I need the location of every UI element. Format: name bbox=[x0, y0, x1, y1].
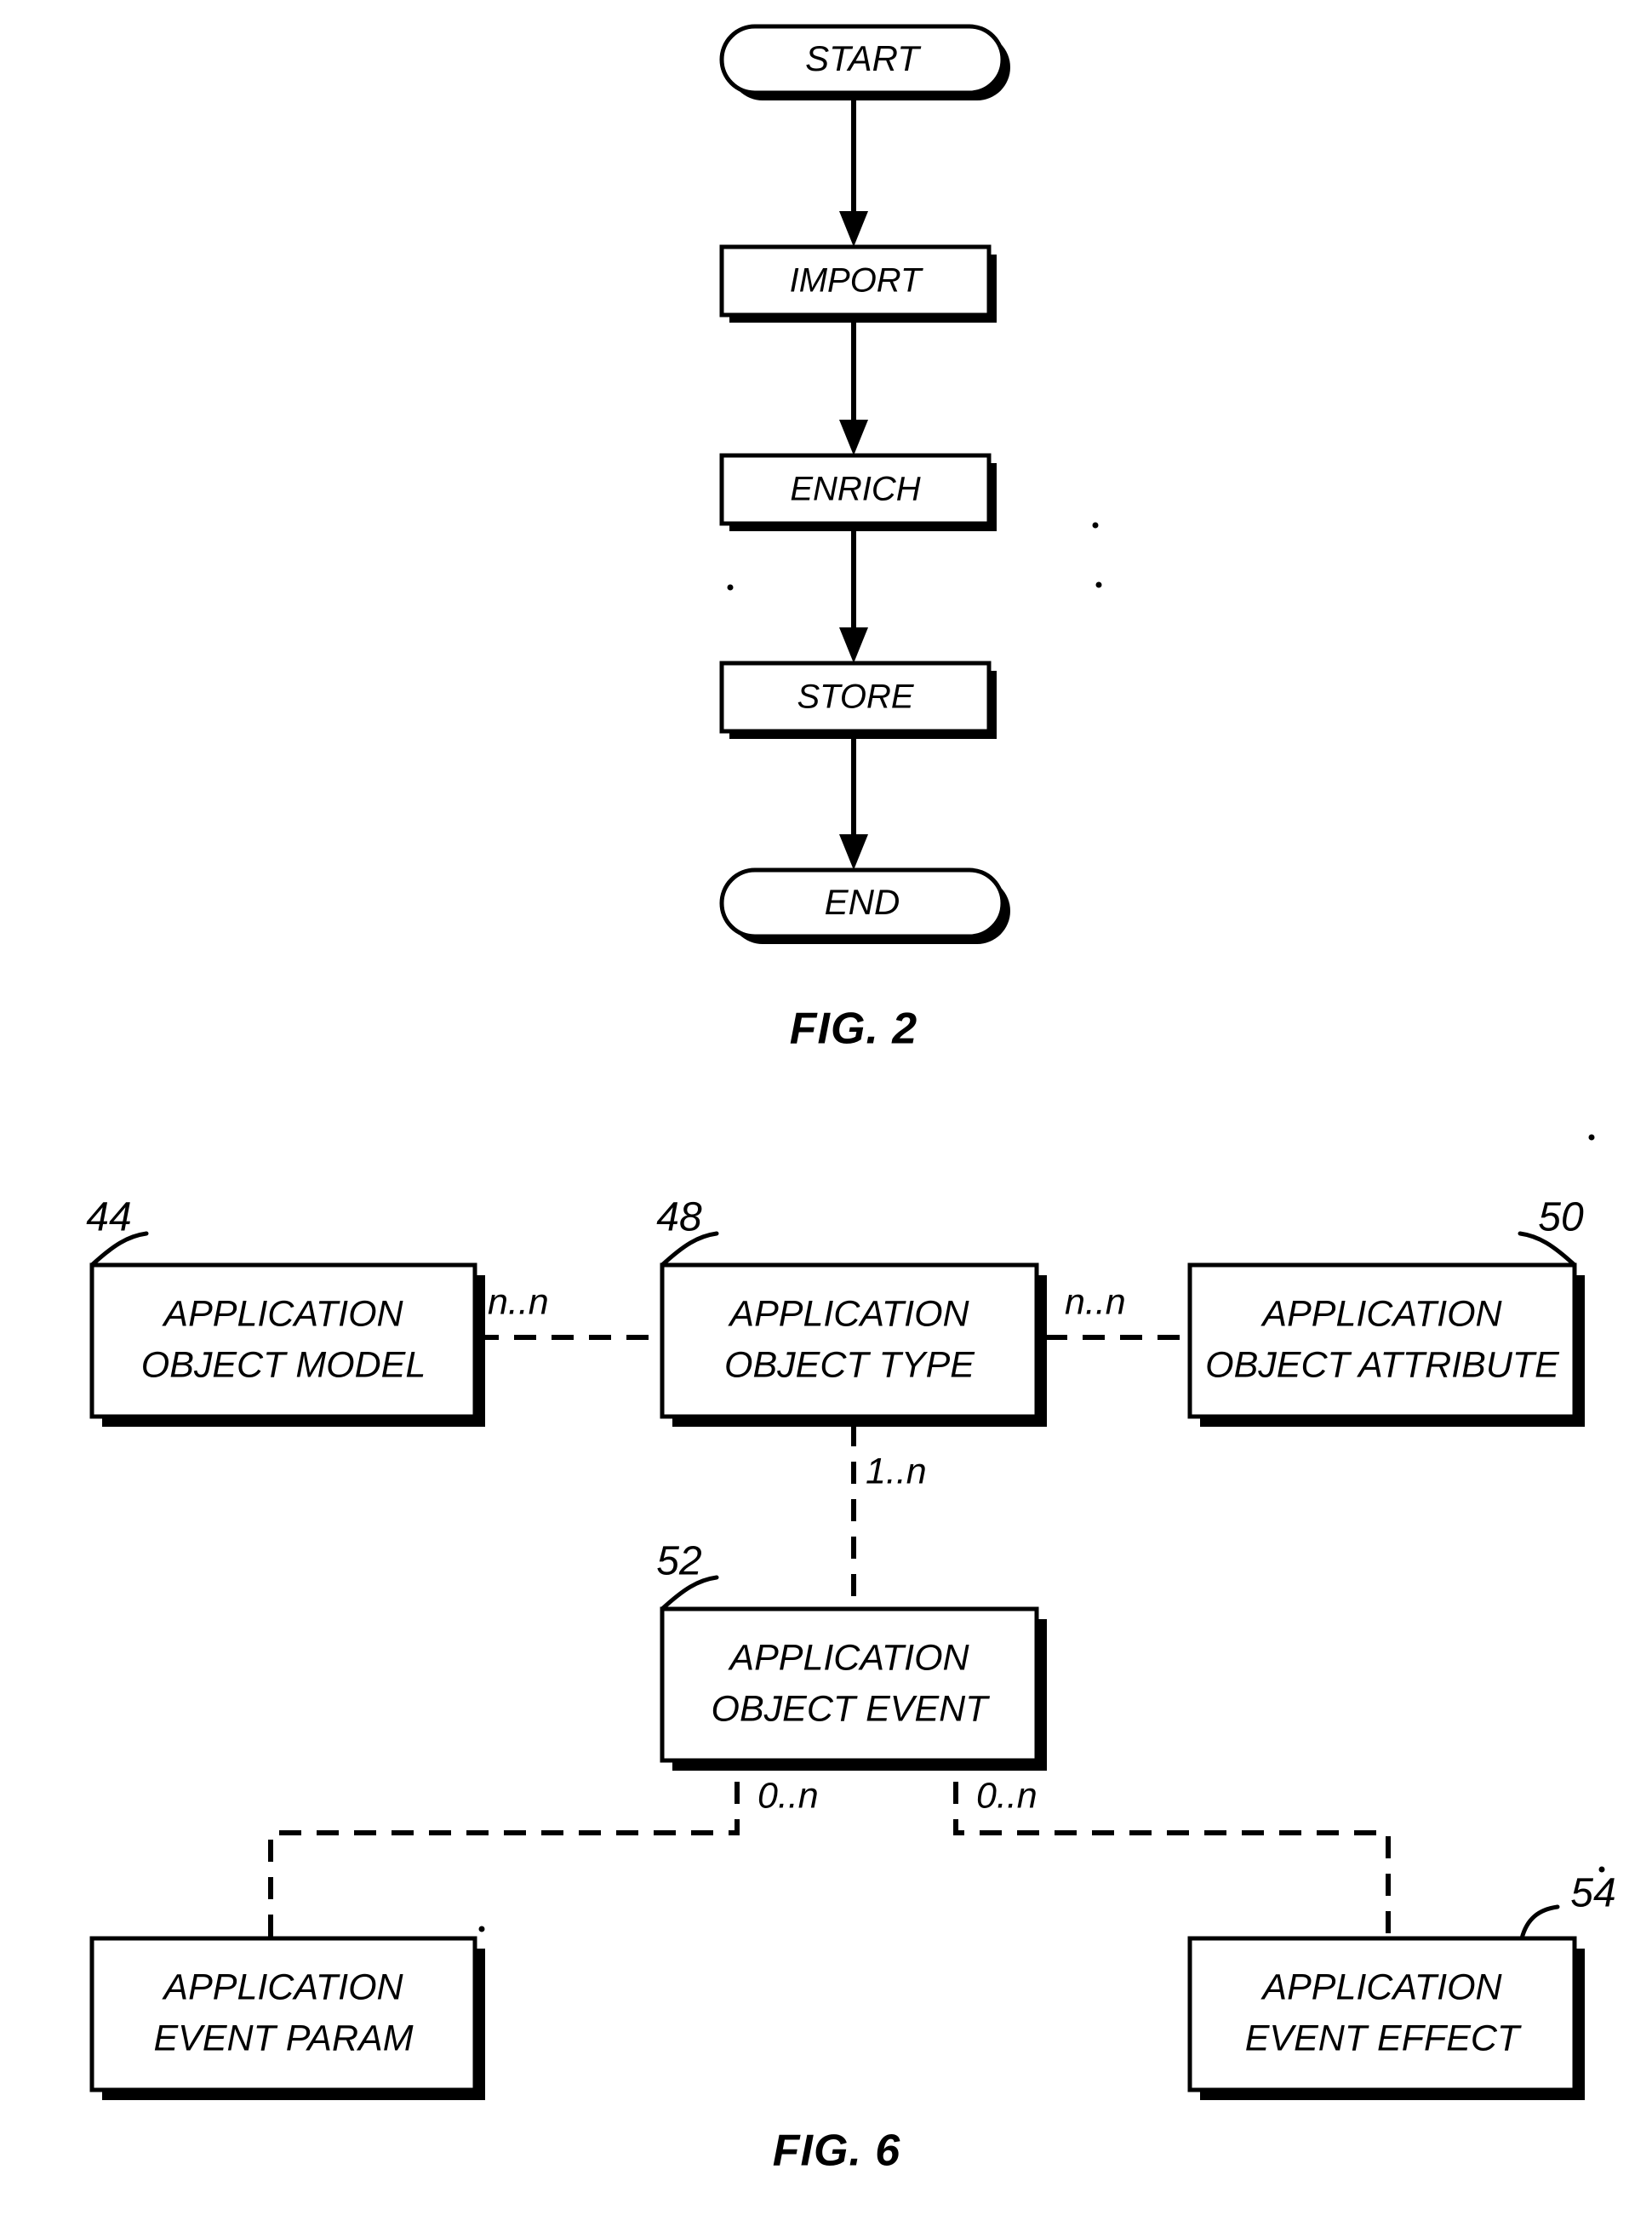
rel-cardinality-aoe-aee: 0..n bbox=[976, 1775, 1038, 1816]
rel-cardinality-aom-aot: n..n bbox=[488, 1281, 549, 1322]
figure-fig6: n..n n..n 1..n 0..n 0..n APPLICATION OBJ… bbox=[86, 1134, 1616, 2176]
edge-enrich-store-arrowhead bbox=[839, 627, 868, 663]
aoe-ref-number: 52 bbox=[656, 1539, 701, 1584]
flow-node-store-label: STORE bbox=[797, 678, 914, 716]
rel-cardinality-aot-aoa: n..n bbox=[1065, 1281, 1126, 1322]
aot-label-line2: OBJECT TYPE bbox=[724, 1344, 975, 1385]
flow-node-enrich: ENRICH bbox=[719, 453, 997, 531]
aot-ref-number: 48 bbox=[656, 1195, 702, 1240]
aep-fill bbox=[92, 1938, 475, 2090]
rel-cardinality-aot-aoe: 1..n bbox=[866, 1451, 927, 1491]
scan-speck bbox=[1092, 522, 1099, 529]
aom-label-line2: OBJECT MODEL bbox=[141, 1344, 426, 1385]
edge-import-enrich-arrowhead bbox=[839, 420, 868, 455]
flow-edge-import-enrich bbox=[839, 315, 868, 455]
aep-label-line1: APPLICATION bbox=[161, 1966, 403, 2007]
entity-node-application-object-type: APPLICATION OBJECT TYPE 48 bbox=[656, 1195, 1047, 1427]
aee-ref-number: 54 bbox=[1570, 1871, 1615, 1916]
scan-speck bbox=[478, 1926, 485, 1932]
flow-node-import-label: IMPORT bbox=[790, 262, 923, 300]
aoa-ref-number: 50 bbox=[1538, 1195, 1584, 1240]
figure-caption-fig2: FIG. 2 bbox=[790, 1005, 917, 1054]
aee-label-line1: APPLICATION bbox=[1260, 1966, 1502, 2007]
flow-node-store: STORE bbox=[719, 661, 997, 739]
aom-ref-number: 44 bbox=[86, 1195, 131, 1240]
edge-start-import-arrowhead bbox=[839, 211, 868, 247]
flow-edge-start-import bbox=[839, 93, 868, 247]
scan-speck bbox=[1588, 1134, 1595, 1141]
flow-node-end-label: END bbox=[825, 882, 900, 922]
aom-label-line1: APPLICATION bbox=[161, 1293, 403, 1334]
rel-cardinality-aoe-aep: 0..n bbox=[757, 1775, 819, 1816]
flow-edge-enrich-store bbox=[839, 524, 868, 663]
patent-drawing-sheet: START IMPORT ENRICH STORE END FIG. 2 n..… bbox=[0, 0, 1652, 2221]
aee-ref-leader bbox=[1519, 1904, 1560, 1941]
aoa-label-line1: APPLICATION bbox=[1260, 1293, 1502, 1334]
entity-node-application-event-effect: APPLICATION EVENT EFFECT 54 bbox=[1187, 1871, 1616, 2100]
scan-speck bbox=[1095, 581, 1102, 588]
aot-label-line1: APPLICATION bbox=[727, 1293, 969, 1334]
scan-speck bbox=[1598, 1866, 1605, 1873]
aoe-label-line1: APPLICATION bbox=[727, 1637, 969, 1678]
entity-node-application-object-event: APPLICATION OBJECT EVENT 52 bbox=[656, 1539, 1047, 1771]
flow-node-import: IMPORT bbox=[719, 244, 997, 323]
entity-node-application-event-param: APPLICATION EVENT PARAM bbox=[89, 1936, 485, 2100]
aee-fill bbox=[1190, 1938, 1575, 2090]
flow-node-start: START bbox=[719, 24, 1010, 100]
aot-fill bbox=[662, 1265, 1037, 1417]
entity-node-application-object-attribute: APPLICATION OBJECT ATTRIBUTE 50 bbox=[1187, 1195, 1585, 1427]
flow-node-start-label: START bbox=[805, 38, 922, 78]
aep-label-line2: EVENT PARAM bbox=[153, 2018, 413, 2058]
aoe-fill bbox=[662, 1609, 1037, 1760]
flow-edge-store-end bbox=[839, 731, 868, 870]
entity-node-application-object-model: APPLICATION OBJECT MODEL 44 bbox=[86, 1195, 485, 1427]
figure-caption-fig6: FIG. 6 bbox=[773, 2127, 901, 2176]
edge-store-end-arrowhead bbox=[839, 834, 868, 870]
figure-fig2: START IMPORT ENRICH STORE END FIG. 2 bbox=[719, 24, 1102, 1054]
aoa-fill bbox=[1190, 1265, 1575, 1417]
aee-label-line2: EVENT EFFECT bbox=[1245, 2018, 1522, 2058]
aoa-label-line2: OBJECT ATTRIBUTE bbox=[1205, 1344, 1560, 1385]
scan-speck bbox=[727, 584, 734, 591]
rel-edge-aoe-aep bbox=[268, 1782, 740, 1938]
flow-node-enrich-label: ENRICH bbox=[790, 471, 920, 508]
aoe-label-line2: OBJECT EVENT bbox=[712, 1688, 991, 1729]
flow-node-end: END bbox=[719, 867, 1010, 944]
drawing-canvas: START IMPORT ENRICH STORE END FIG. 2 n..… bbox=[86, 24, 1616, 2176]
aom-fill bbox=[92, 1265, 475, 1417]
